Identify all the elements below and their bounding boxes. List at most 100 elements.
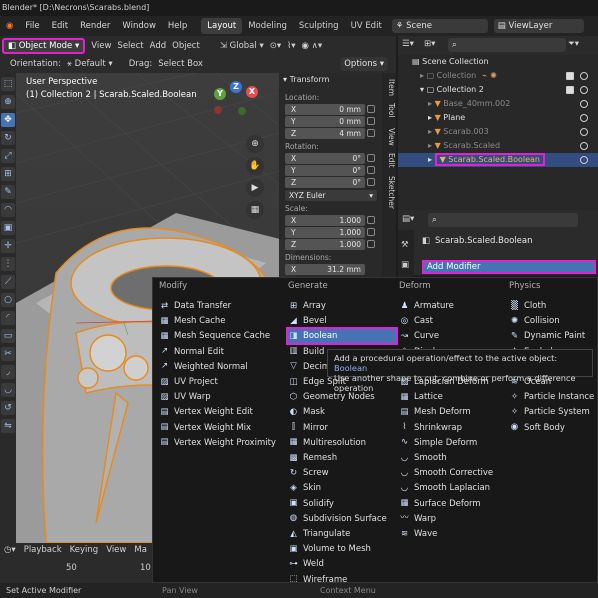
menu-add[interactable]: Add <box>150 41 166 51</box>
object-mode-dropdown[interactable]: ◧ Object Mode ▾ <box>2 37 86 54</box>
rotation-x-field[interactable]: X 0° <box>285 153 365 164</box>
modifier-mask[interactable]: ◐ Mask <box>288 405 396 419</box>
scale-z-field[interactable]: Z 1.000 <box>285 239 365 250</box>
properties-search-input[interactable]: ⌕ <box>428 213 578 227</box>
modifier-triangulate[interactable]: ◭ Triangulate <box>288 527 396 541</box>
modifier-weld[interactable]: ⊶ Weld <box>288 557 396 571</box>
menu-object[interactable]: Object <box>172 41 200 51</box>
dimensions-x-field[interactable]: X 31.2 mm <box>285 264 365 275</box>
tab-tool[interactable]: Tool <box>382 103 396 118</box>
menu-view[interactable]: View <box>91 41 111 51</box>
eye-icon[interactable] <box>580 156 588 164</box>
menu-help[interactable]: Help <box>162 21 193 31</box>
pivot-icon[interactable]: ⊙▾ <box>270 41 281 51</box>
modifier-particle-system[interactable]: ✧ Particle System <box>509 405 597 419</box>
eye-icon[interactable] <box>580 114 588 122</box>
modifier-soft-body[interactable]: ◉ Soft Body <box>509 421 597 435</box>
modifier-screw[interactable]: ↻ Screw <box>288 466 396 480</box>
expand-arrow-icon[interactable]: ▸ <box>428 155 435 164</box>
lock-icon[interactable] <box>367 105 375 113</box>
eye-icon[interactable] <box>580 142 588 150</box>
eye-icon[interactable] <box>580 72 588 80</box>
scale-y-field[interactable]: Y 1.000 <box>285 227 365 238</box>
camera-icon[interactable]: ▶ <box>246 179 264 197</box>
move-icon[interactable]: ✥ <box>1 113 15 127</box>
menu-edit[interactable]: Edit <box>46 21 74 31</box>
move-element-icon[interactable]: ✛ <box>1 239 15 253</box>
tab-modeling[interactable]: Modeling <box>242 18 293 34</box>
outliner-search-input[interactable]: ⌕ <box>448 38 566 52</box>
lock-icon[interactable] <box>367 178 375 186</box>
outliner-row-scene-collection[interactable]: ▤ Scene Collection <box>398 55 598 69</box>
arc-icon[interactable]: ◡ <box>1 383 15 397</box>
rotation-y-field[interactable]: Y 0° <box>285 165 365 176</box>
modifier-bevel[interactable]: ◢ Bevel <box>288 314 396 328</box>
render-tab-icon[interactable]: ▣ <box>401 260 411 270</box>
orientation-dropdown[interactable]: ⚹ Default ▾ <box>67 59 113 69</box>
tab-view[interactable]: View <box>382 128 396 146</box>
eye-icon[interactable] <box>580 128 588 136</box>
add-modifier-button[interactable]: Add Modifier <box>422 260 596 274</box>
modifier-normal-edit[interactable]: ↗ Normal Edit <box>159 345 284 359</box>
knife-icon[interactable]: ✂ <box>1 347 15 361</box>
tab-uv-edit[interactable]: UV Edit <box>345 18 388 34</box>
gizmo-z-axis[interactable]: Z <box>230 81 242 93</box>
modifier-solidify[interactable]: ▣ Solidify <box>288 497 396 511</box>
lock-icon[interactable] <box>367 240 375 248</box>
modifier-smooth-corrective[interactable]: ◡ Smooth Corrective <box>399 466 505 480</box>
editor-type-icon[interactable]: ▤▾ <box>402 214 414 224</box>
outliner-row-plane[interactable]: ▸ ▼ Plane <box>398 111 598 125</box>
modifier-volume-to-mesh[interactable]: ▣ Volume to Mesh <box>288 542 396 556</box>
gizmo-neg-y[interactable] <box>238 107 246 115</box>
lock-icon[interactable] <box>367 228 375 236</box>
location-z-field[interactable]: Z 4 mm <box>285 128 365 139</box>
scale-icon[interactable]: ⤢ <box>1 149 15 163</box>
menu-keying[interactable]: Keying <box>70 545 99 559</box>
tab-item[interactable]: Item <box>382 79 396 96</box>
outliner-row-base[interactable]: ▸ ▼ Base_40mm.002 <box>398 97 598 111</box>
modifier-mirror[interactable]: ⫿ Mirror <box>288 421 396 435</box>
outliner-row-scarab-003[interactable]: ▸ ▼ Scarab.003 <box>398 125 598 139</box>
tab-layout[interactable]: Layout <box>201 18 243 34</box>
measure-icon[interactable]: ◠ <box>1 203 15 217</box>
checkbox-icon[interactable] <box>566 86 574 94</box>
spin-icon[interactable]: ◞ <box>1 365 15 379</box>
modifier-vertex-weight-mix[interactable]: ▤ Vertex Weight Mix <box>159 421 284 435</box>
zoom-icon[interactable]: ⊕ <box>246 135 264 153</box>
modifier-mesh-cache[interactable]: ▦ Mesh Cache <box>159 314 284 328</box>
vertex-tool-icon[interactable]: ⋮ <box>1 257 15 271</box>
box-tool-icon[interactable]: ▭ <box>1 329 15 343</box>
outliner-row-scarab-scaled[interactable]: ▸ ▼ Scarab.Scaled <box>398 139 598 153</box>
perspective-toggle-icon[interactable]: ▦ <box>246 201 264 219</box>
modifier-smooth-laplacian[interactable]: ◡ Smooth Laplacian <box>399 481 505 495</box>
proportional-edit-icon[interactable]: ◉ ∧▾ <box>302 41 323 51</box>
add-cube-icon[interactable]: ▣ <box>1 221 15 235</box>
slide-icon[interactable]: ⇋ <box>1 419 15 433</box>
gizmo-y-axis[interactable]: Y <box>214 88 226 100</box>
modifier-armature[interactable]: ♟ Armature <box>399 299 505 313</box>
modifier-remesh[interactable]: ▩ Remesh <box>288 451 396 465</box>
tab-sketcher[interactable]: Sketcher <box>382 176 396 209</box>
transform-icon[interactable]: ⊞ <box>1 167 15 181</box>
menu-file[interactable]: File <box>19 21 45 31</box>
menu-window[interactable]: Window <box>116 21 162 31</box>
outliner-row-scarab-scaled-boolean[interactable]: ▸ ▼ Scarab.Scaled.Boolean <box>398 153 598 167</box>
modifier-smooth[interactable]: ◡ Smooth <box>399 451 505 465</box>
editor-type-icon[interactable]: ☰▾ <box>402 39 414 49</box>
modifier-boolean[interactable]: ◨ Boolean <box>286 327 398 346</box>
shear-icon[interactable]: ⟋ <box>1 275 15 289</box>
modifier-uv-project[interactable]: ▨ UV Project <box>159 375 284 389</box>
lock-icon[interactable] <box>367 117 375 125</box>
menu-select[interactable]: Select <box>117 41 143 51</box>
modifier-vertex-weight-proximity[interactable]: ▤ Vertex Weight Proximity <box>159 436 284 450</box>
checkbox-icon[interactable] <box>566 72 574 80</box>
transform-orientation-dropdown[interactable]: ⇲ Global ▾ <box>220 41 264 51</box>
modifier-cloth[interactable]: ▒ Cloth <box>509 299 597 313</box>
loop-icon[interactable]: ↺ <box>1 401 15 415</box>
modifier-simple-deform[interactable]: ∿ Simple Deform <box>399 436 505 450</box>
gizmo-x-axis[interactable]: X <box>246 86 258 98</box>
modifier-warp[interactable]: 〰 Warp <box>399 512 505 526</box>
cursor-icon[interactable]: ⊕ <box>1 95 15 109</box>
blender-logo-icon[interactable]: ◉ <box>0 21 19 31</box>
modifier-shrinkwrap[interactable]: ⌇ Shrinkwrap <box>399 421 505 435</box>
